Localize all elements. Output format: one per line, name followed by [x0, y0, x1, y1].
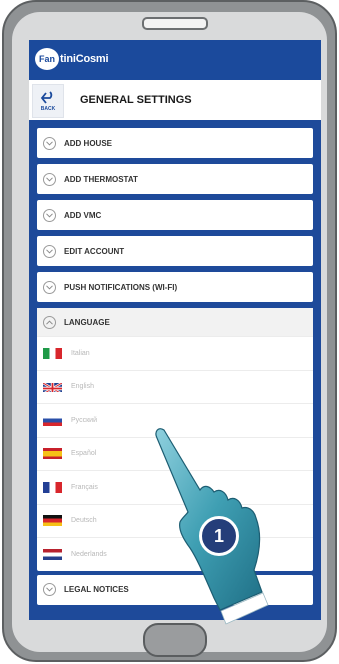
- language-name: English: [71, 383, 94, 391]
- back-label: BACK: [40, 105, 56, 112]
- uk-flag-icon: [43, 381, 62, 393]
- page-title: GENERAL SETTINGS: [80, 94, 192, 106]
- language-name: Nederlands: [71, 550, 107, 558]
- chevron-down-icon: [43, 583, 56, 596]
- menu-item-add-house[interactable]: ADD HOUSE: [37, 128, 313, 158]
- chevron-down-icon: [43, 136, 56, 150]
- step-number-badge: 1: [199, 516, 239, 556]
- chevron-down-icon: [43, 244, 56, 258]
- menu-item-label: PUSH NOTIFICATIONS (WI-FI): [64, 282, 178, 292]
- germany-flag-icon: [43, 515, 62, 527]
- language-name: Français: [71, 483, 98, 491]
- menu-item-label: LEGAL NOTICES: [64, 585, 129, 594]
- chevron-up-icon: [43, 315, 56, 329]
- logo-text: tiniCosmi: [60, 53, 109, 65]
- language-option-italian[interactable]: Italian: [37, 336, 313, 370]
- menu-item-label: LANGUAGE: [64, 317, 110, 327]
- chevron-down-icon: [43, 172, 56, 186]
- menu-item-add-vmc[interactable]: ADD VMC: [37, 200, 313, 230]
- language-name: Русский: [71, 416, 97, 424]
- language-name: Italian: [71, 349, 90, 357]
- page-header: BACK GENERAL SETTINGS: [29, 80, 321, 120]
- spain-flag-icon: [43, 448, 62, 460]
- menu-item-label: EDIT ACCOUNT: [64, 246, 125, 256]
- menu-item-label: ADD THERMOSTAT: [64, 174, 138, 184]
- menu-item-language[interactable]: LANGUAGE: [37, 308, 313, 336]
- language-name: Español: [71, 450, 97, 458]
- back-button[interactable]: BACK: [32, 84, 64, 118]
- menu-item-label: ADD HOUSE: [64, 138, 113, 148]
- menu-item-add-thermostat[interactable]: ADD THERMOSTAT: [37, 164, 313, 194]
- back-arrow-icon: [40, 90, 53, 104]
- chevron-down-icon: [43, 280, 56, 294]
- language-option-english[interactable]: English: [37, 369, 313, 404]
- russia-flag-icon: [43, 414, 62, 426]
- france-flag-icon: [43, 481, 62, 493]
- menu-item-edit-account[interactable]: EDIT ACCOUNT: [37, 236, 313, 266]
- logo-badge: Fan: [35, 48, 59, 70]
- brand-logo: Fan tiniCosmi: [35, 48, 109, 70]
- language-name: Deutsch: [71, 517, 97, 525]
- netherlands-flag-icon: [43, 548, 62, 560]
- menu-item-label: ADD VMC: [64, 210, 102, 220]
- chevron-down-icon: [43, 208, 56, 222]
- phone-speaker: [142, 17, 208, 30]
- menu-item-push-notifications[interactable]: PUSH NOTIFICATIONS (WI-FI): [37, 272, 313, 302]
- italy-flag-icon: [43, 347, 62, 359]
- app-topbar: Fan tiniCosmi: [29, 40, 321, 80]
